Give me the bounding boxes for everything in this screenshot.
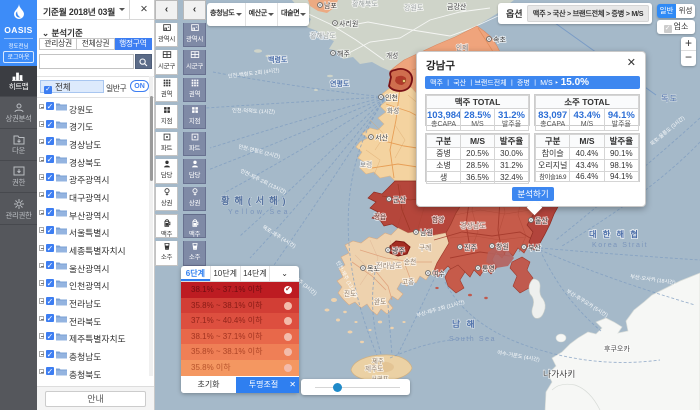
svg-text:완도: 완도: [374, 298, 386, 306]
svg-text:제주도: 제주도: [365, 365, 383, 373]
svg-text:남포: 남포: [324, 1, 337, 10]
svg-text:독도: 독도: [661, 94, 678, 103]
svg-text:통영: 통영: [482, 264, 495, 273]
svg-text:군산: 군산: [393, 195, 406, 204]
svg-text:연평도: 연평도: [330, 79, 350, 88]
svg-text:전라남도: 전라남도: [376, 261, 402, 270]
svg-text:구례: 구례: [419, 243, 431, 252]
svg-text:울산: 울산: [535, 216, 548, 225]
svg-text:황 해 ( 서 해 ): 황 해 ( 서 해 ): [221, 195, 286, 207]
svg-text:제주: 제주: [372, 357, 384, 365]
svg-text:강원도: 강원도: [404, 3, 424, 12]
svg-text:Korea Strait: Korea Strait: [592, 242, 648, 249]
svg-text:사리원: 사리원: [339, 19, 358, 28]
svg-text:화성: 화성: [387, 106, 399, 115]
svg-text:금강산: 금강산: [447, 2, 467, 11]
svg-text:창원: 창원: [496, 242, 509, 251]
svg-text:순천: 순천: [404, 257, 416, 266]
svg-text:함양: 함양: [432, 215, 444, 224]
svg-text:고흥: 고흥: [402, 277, 414, 286]
svg-text:진도: 진도: [344, 289, 356, 298]
svg-text:백령도: 백령도: [268, 55, 288, 64]
svg-text:해주: 해주: [337, 49, 350, 58]
svg-text:South Sea: South Sea: [449, 336, 496, 343]
svg-text:부산: 부산: [528, 243, 541, 252]
svg-text:속초: 속초: [493, 36, 506, 44]
svg-text:황해남도: 황해남도: [310, 31, 336, 40]
svg-text:황해북도: 황해북도: [352, 0, 378, 8]
svg-text:정읍: 정읍: [374, 212, 386, 221]
svg-text:개성: 개성: [386, 51, 398, 60]
svg-text:보령: 보령: [360, 161, 372, 169]
svg-text:서산: 서산: [375, 133, 388, 142]
svg-text:나가사키: 나가사키: [543, 369, 575, 379]
svg-text:경상남도: 경상남도: [460, 221, 486, 230]
svg-text:광주: 광주: [392, 247, 405, 255]
svg-text:남원: 남원: [420, 228, 433, 237]
svg-text:여수: 여수: [432, 269, 445, 278]
svg-text:Yellow Sea: Yellow Sea: [228, 209, 290, 216]
svg-text:대 한 해 협: 대 한 해 협: [589, 229, 640, 239]
svg-text:진주: 진주: [464, 243, 477, 252]
svg-text:인천: 인천: [385, 93, 398, 102]
svg-text:후쿠오카: 후쿠오카: [604, 344, 630, 353]
svg-text:남 해: 남 해: [452, 318, 477, 329]
